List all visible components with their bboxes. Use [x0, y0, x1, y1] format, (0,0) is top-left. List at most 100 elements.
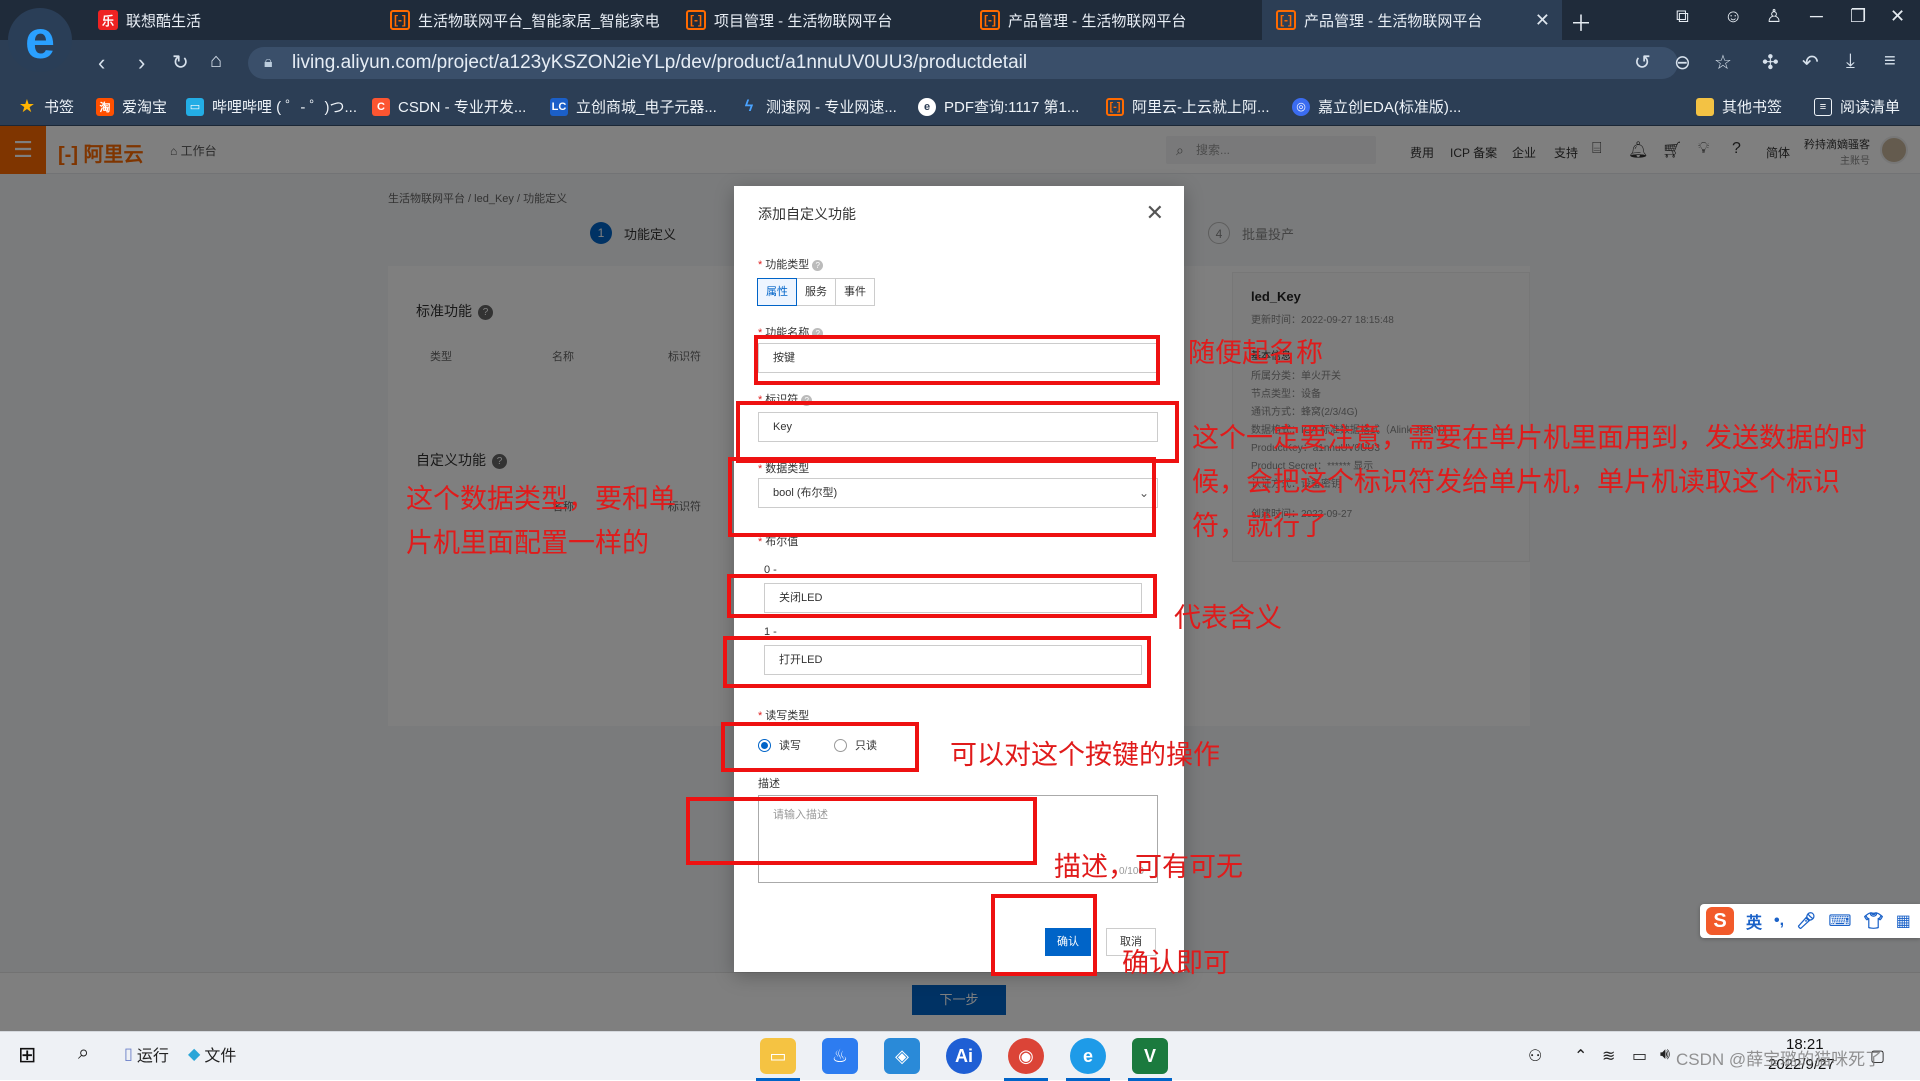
ime-toolbar: S 英 •, 🎤︎ ⌨ 👕︎ ▦ [1700, 904, 1920, 938]
aliyun-icon: [-] [686, 10, 706, 30]
file-explorer-icon[interactable]: ▭ [760, 1038, 796, 1074]
note-read-write: 可以对这个按键的操作 [950, 740, 1220, 770]
restore-icon[interactable]: ❐ [1850, 6, 1866, 27]
zoom-icon[interactable]: ⊖ [1674, 50, 1691, 75]
undo-icon[interactable]: ↶ [1802, 50, 1819, 75]
taskbar-files[interactable]: ◆ 文件 [188, 1042, 236, 1066]
ime-language[interactable]: 英 [1746, 909, 1762, 933]
note-identifier-3: 符，就行了 [1192, 511, 1327, 541]
close-tab-icon[interactable]: ✕ [1535, 10, 1550, 31]
lcsc-icon: LC [550, 97, 568, 116]
star-icon: ★ [18, 96, 36, 116]
browser-tab[interactable]: [-] 产品管理 - 生活物联网平台 [966, 0, 1256, 40]
bool-false-highlight [727, 574, 1157, 618]
tab-title: 产品管理 - 生活物联网平台 [1304, 12, 1483, 30]
bookmark-folder[interactable]: 其他书签 [1696, 96, 1782, 117]
function-type-property[interactable]: 属性 [757, 278, 797, 306]
bookmark-item[interactable]: C CSDN - 专业开发... [372, 96, 526, 117]
bookmarks-bar: ★ 书签 淘爱淘宝 ▭ 哔哩哔哩 ( ゜- ゜)つ... C CSDN - 专业开发.… [0, 86, 1920, 126]
skin-icon[interactable]: ♙ [1766, 6, 1782, 27]
url-input[interactable]: 🔒︎ living.aliyun.com/project/a123yKSZON2… [248, 47, 1678, 79]
dialog-title: 添加自定义功能 [758, 206, 856, 222]
description-highlight [686, 797, 1037, 865]
function-type-event[interactable]: 事件 [835, 278, 875, 306]
skin-shirt-icon[interactable]: 👕︎ [1863, 911, 1883, 931]
edge-browser-icon[interactable]: e [1070, 1038, 1106, 1074]
function-type-service[interactable]: 服务 [796, 278, 836, 306]
edge-logo-icon: e [24, 10, 56, 70]
jlc-eda-icon: ◎ [1292, 97, 1310, 116]
wifi-icon[interactable]: ≋ [1602, 1046, 1615, 1066]
note-confirm: 确认即可 [1122, 948, 1230, 978]
punctuation-icon[interactable]: •, [1774, 912, 1784, 930]
bookmark-item[interactable]: [-] 阿里云-上云就上阿... [1106, 96, 1270, 117]
menu-icon[interactable]: ≡ [1884, 50, 1896, 73]
bookmark-item[interactable]: LC 立创商城_电子元器... [550, 96, 717, 117]
star-icon[interactable]: ☆ [1714, 50, 1732, 75]
lock-icon: 🔒︎ [264, 54, 273, 71]
function-type-label: * 功能类型? [758, 256, 824, 272]
cube-icon: ◆ [188, 1046, 201, 1063]
bookmark-item[interactable]: ϟ 测速网 - 专业网速... [740, 96, 897, 117]
function-type-selector: 属性 服务 事件 [757, 278, 875, 306]
forward-icon[interactable]: › [138, 50, 145, 76]
bookmark-item[interactable]: 淘爱淘宝 [96, 96, 167, 117]
note-identifier-2: 候，会把这个标识符发给单片机，单片机读取这个标识 [1192, 467, 1840, 497]
minimize-icon[interactable]: ─ [1810, 6, 1823, 27]
reading-list[interactable]: ≡ 阅读清单 [1814, 96, 1900, 117]
home-icon[interactable]: ⌂ [210, 50, 222, 73]
tab-title: 联想酷生活 [126, 12, 202, 30]
vector-app-icon[interactable]: V [1132, 1038, 1168, 1074]
bookmark-item[interactable]: ▭ 哔哩哔哩 ( ゜- ゜)つ... [186, 96, 357, 117]
download-icon[interactable]: ⤓ [1846, 50, 1855, 73]
tab-title: 项目管理 - 生活物联网平台 [714, 12, 893, 30]
search-icon[interactable]: ⌕ [78, 1042, 89, 1065]
browser-tab[interactable]: [-] 项目管理 - 生活物联网平台 [672, 0, 962, 40]
close-icon[interactable]: ✕ [1146, 200, 1164, 226]
note-datatype-2: 片机里面配置一样的 [406, 528, 649, 558]
help-icon[interactable]: ? [812, 260, 824, 271]
edge-icon: e [918, 97, 936, 116]
keyboard-icon[interactable]: ⌨ [1828, 911, 1851, 931]
bookmark-item[interactable]: ★ 书签 [18, 96, 74, 117]
wps-flame-icon[interactable]: ♨ [822, 1038, 858, 1074]
sogou-logo-icon[interactable]: S [1706, 907, 1734, 935]
csdn-watermark: CSDN @薛宝璐的猫咪死了 [1676, 1050, 1883, 1069]
cube-app-icon[interactable]: ◈ [884, 1038, 920, 1074]
browser-tab[interactable]: [-] 生活物联网平台_智能家居_智能家电 [376, 0, 666, 40]
close-window-icon[interactable]: ✕ [1890, 6, 1905, 27]
toolbox-icon[interactable]: ▦ [1896, 911, 1911, 931]
browser-tab-active[interactable]: [-] 产品管理 - 生活物联网平台 ✕ [1262, 0, 1562, 40]
extensions-icon[interactable]: ✣ [1762, 50, 1779, 75]
volume-icon[interactable]: 🔊︎ [1660, 1046, 1670, 1064]
bookmark-item[interactable]: ◎ 嘉立创EDA(标准版)... [1292, 96, 1461, 117]
tab-count-icon[interactable]: ⧉ [1676, 6, 1689, 27]
reload-icon[interactable]: ↻ [172, 50, 189, 75]
back-icon[interactable]: ‹ [98, 50, 105, 76]
chrome-icon[interactable]: ◉ [1008, 1038, 1044, 1074]
battery-icon[interactable]: ▭ [1632, 1046, 1647, 1066]
ai-app-icon[interactable]: Ai [946, 1038, 982, 1074]
aliyun-icon: [-] [390, 10, 410, 30]
microphone-icon[interactable]: 🎤︎ [1796, 911, 1816, 931]
taskbar-run[interactable]: ▯ 运行 [124, 1042, 169, 1066]
tab-title: 产品管理 - 生活物联网平台 [1008, 12, 1187, 30]
note-description: 描述，可有可无 [1054, 852, 1243, 882]
speedtest-icon: ϟ [744, 97, 754, 115]
windows-start-icon[interactable]: ⊞ [18, 1042, 36, 1068]
browser-tab[interactable]: 乐 联想酷生活 [84, 0, 374, 40]
bookmark-item[interactable]: e PDF查询:1117 第1... [918, 96, 1079, 117]
note-name: 随便起名称 [1188, 338, 1323, 368]
identifier-highlight [736, 401, 1179, 463]
refresh-page-icon[interactable]: ↺ [1634, 50, 1651, 75]
new-tab-icon[interactable]: ＋ [1570, 6, 1592, 38]
description-label: 描述 [758, 778, 780, 790]
tab-title: 生活物联网平台_智能家居_智能家电 [418, 12, 660, 30]
chevron-up-icon[interactable]: ⌃ [1574, 1046, 1587, 1066]
account-icon[interactable]: ☺ [1724, 6, 1742, 27]
people-icon[interactable]: ⚇ [1528, 1046, 1542, 1066]
data-type-highlight [728, 457, 1156, 537]
browser-logo: e [8, 8, 72, 72]
note-meaning: 代表含义 [1174, 603, 1282, 633]
reading-list-icon: ≡ [1814, 97, 1832, 116]
